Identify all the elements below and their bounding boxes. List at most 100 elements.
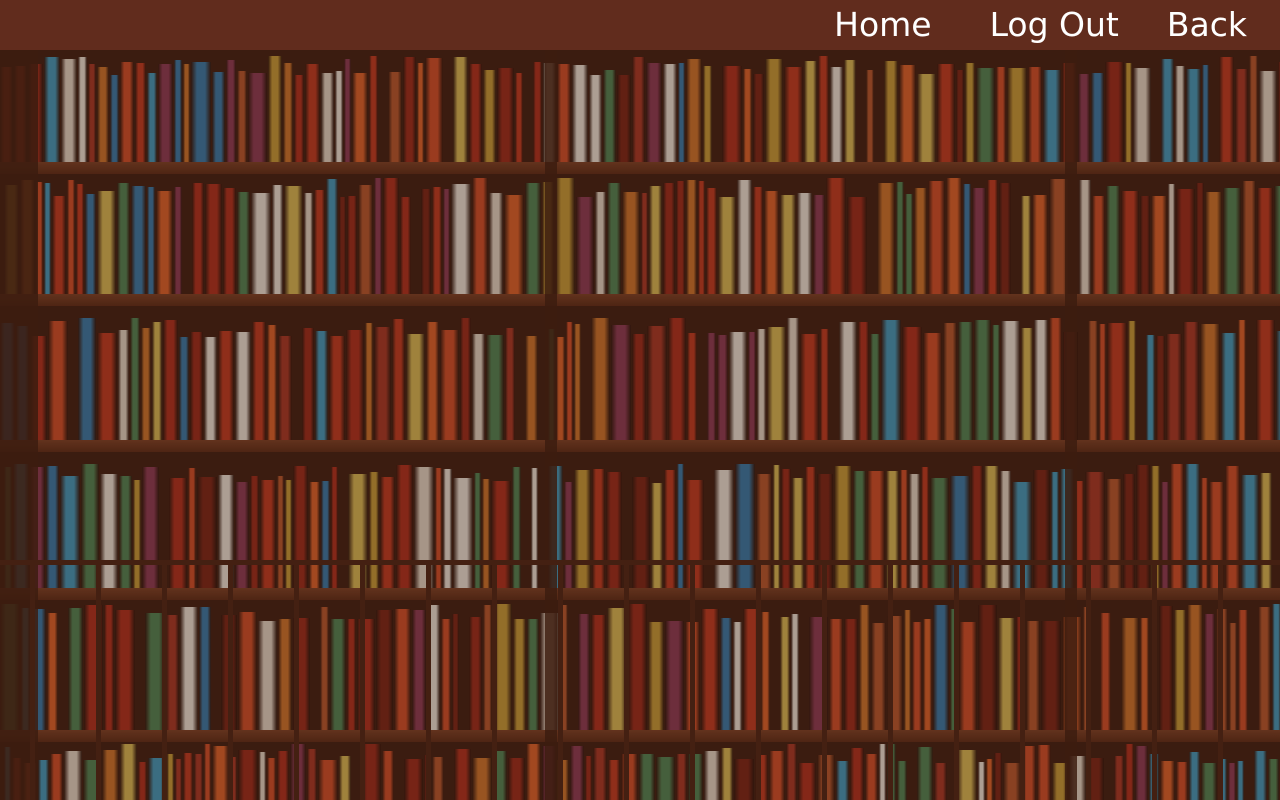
book-spine	[120, 744, 137, 800]
book-spine	[648, 622, 664, 730]
book-spine	[787, 318, 799, 440]
book-spine	[974, 320, 991, 440]
book-spine	[649, 186, 662, 294]
book-spine	[259, 752, 266, 800]
book-spine	[321, 73, 334, 162]
book-spine	[591, 318, 610, 440]
book-spine	[722, 66, 742, 162]
book-spine	[1125, 63, 1132, 162]
book-spine	[1258, 607, 1271, 730]
home-link[interactable]: Home	[834, 0, 931, 50]
book-spine	[914, 188, 927, 294]
book-spine	[818, 56, 829, 162]
book-spine	[339, 756, 351, 800]
book-spine	[497, 68, 514, 162]
book-spine	[721, 748, 733, 800]
book-spine	[117, 183, 130, 294]
book-spine	[1007, 68, 1027, 162]
book-spine	[212, 746, 229, 800]
book-spine	[272, 185, 283, 294]
back-link[interactable]: Back	[1167, 0, 1247, 50]
book-spine	[1223, 188, 1241, 294]
book-spine	[302, 328, 314, 440]
book-spine	[48, 321, 68, 440]
book-spine	[1021, 328, 1033, 440]
railing-post	[360, 560, 365, 800]
book-spine	[557, 64, 571, 162]
book-spine	[1079, 180, 1091, 294]
log-out-link[interactable]: Log Out	[990, 0, 1119, 50]
book-spine	[663, 64, 677, 162]
book-spine	[957, 750, 977, 800]
book-spine	[277, 476, 284, 588]
book-spine	[797, 193, 812, 294]
book-spine	[1106, 479, 1122, 588]
book-spine	[676, 754, 687, 800]
book-spine	[917, 74, 936, 162]
book-spine	[278, 336, 292, 440]
book-spine	[628, 604, 647, 730]
book-spine	[142, 467, 159, 588]
book-spine	[525, 336, 538, 440]
book-spine	[1100, 613, 1111, 730]
book-spine	[414, 467, 434, 588]
book-spine	[1128, 321, 1136, 440]
book-spine	[999, 183, 1011, 294]
book-spine	[1254, 751, 1267, 800]
book-spine	[1166, 334, 1182, 440]
book-spine	[1043, 70, 1061, 162]
book-spine	[435, 468, 442, 588]
railing-post	[492, 560, 497, 800]
book-spine	[472, 334, 485, 440]
book-spine	[526, 744, 541, 800]
book-spine	[97, 191, 116, 294]
book-spine	[1176, 762, 1188, 800]
book-spine	[277, 751, 289, 800]
book-spine	[1034, 320, 1048, 440]
book-spine	[959, 622, 977, 730]
book-spine	[460, 318, 471, 440]
book-spine	[1235, 69, 1248, 162]
book-spine	[1026, 621, 1040, 730]
book-spine	[179, 337, 189, 440]
book-spine	[934, 763, 947, 800]
book-spine	[330, 619, 346, 730]
book-spine	[987, 180, 998, 294]
book-spine	[1125, 744, 1134, 800]
book-spine	[1260, 473, 1272, 588]
book-spine	[651, 483, 663, 588]
book-spine	[85, 194, 96, 294]
railing-post	[1020, 560, 1025, 800]
book-spine	[813, 195, 825, 294]
book-spine	[622, 192, 640, 294]
book-spine	[668, 318, 686, 440]
book-spine	[76, 184, 84, 294]
book-spine	[135, 63, 146, 162]
book-spine	[805, 467, 816, 588]
book-spine	[1088, 321, 1098, 440]
book-spine	[417, 63, 424, 162]
book-spine	[792, 478, 804, 588]
book-spine	[474, 473, 481, 588]
book-spine	[1001, 321, 1020, 440]
book-spine	[432, 187, 442, 294]
book-spine	[902, 327, 922, 440]
book-spine	[1238, 610, 1248, 730]
book-spine	[339, 197, 346, 294]
shelf-board	[0, 294, 1280, 306]
book-spine	[773, 465, 780, 588]
book-spine	[826, 178, 846, 294]
book-spine	[1201, 763, 1217, 800]
book-spine	[881, 320, 901, 440]
book-spine	[556, 337, 565, 440]
book-spine	[678, 63, 685, 162]
book-spine	[686, 59, 702, 162]
railing-post	[30, 560, 35, 800]
book-spine	[483, 70, 496, 162]
book-spine	[978, 605, 997, 730]
book-spine	[703, 66, 712, 162]
book-spine	[753, 187, 763, 294]
book-spine	[344, 59, 351, 162]
book-spine	[839, 322, 857, 440]
page: Home Log Out Back	[0, 0, 1280, 800]
